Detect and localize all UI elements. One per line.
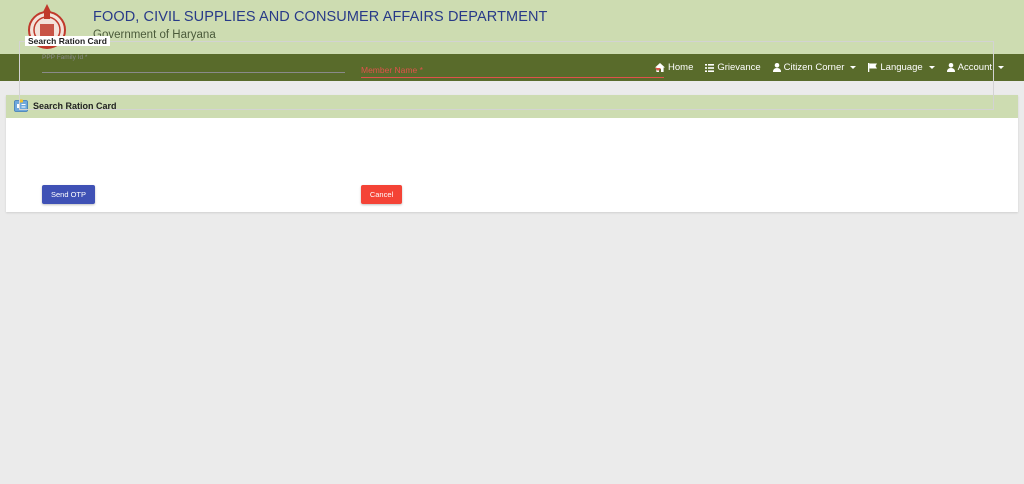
member-name-select[interactable]: Member Name *	[361, 64, 664, 78]
chevron-down-icon	[998, 66, 1004, 69]
fieldset-legend: Search Ration Card	[25, 36, 110, 46]
ppp-family-id-label: PPP Family Id *	[42, 54, 88, 61]
ppp-family-id-input[interactable]	[42, 61, 345, 73]
member-name-label: Member Name *	[361, 65, 423, 75]
search-ration-card-panel: Search Ration Card	[6, 95, 1018, 212]
department-title: FOOD, CIVIL SUPPLIES AND CONSUMER AFFAIR…	[93, 9, 548, 25]
government-subtitle: Government of Haryana	[93, 29, 216, 41]
send-otp-button[interactable]: Send OTP	[42, 185, 95, 204]
cancel-button[interactable]: Cancel	[361, 185, 402, 204]
chevron-down-icon	[655, 68, 661, 71]
